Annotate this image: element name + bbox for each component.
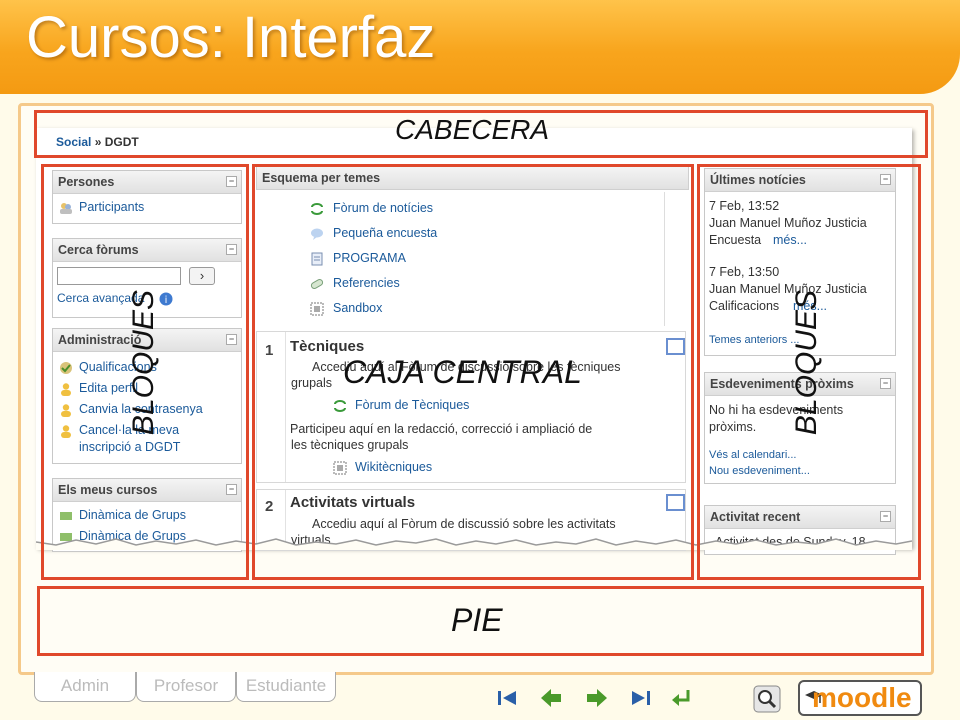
tab-estudiante[interactable]: Estudiante — [236, 672, 336, 702]
tab-admin[interactable]: Admin — [34, 672, 136, 702]
return-icon[interactable] — [668, 686, 694, 710]
right-annotation-label: BLOQUES — [790, 290, 823, 436]
central-annotation-label: CAJA CENTRAL — [343, 354, 582, 390]
slide-title: Cursos: Interfaz — [26, 5, 436, 70]
previous-slide-icon[interactable] — [538, 686, 564, 710]
next-slide-icon[interactable] — [584, 686, 610, 710]
moodle-logo: moodle — [798, 680, 922, 716]
tab-profesor[interactable]: Profesor — [136, 672, 236, 702]
search-icon[interactable] — [752, 684, 782, 714]
last-slide-icon[interactable] — [628, 686, 654, 710]
left-annotation-label: BLOQUES — [127, 290, 160, 436]
header-annotation-label: CABECERA — [395, 114, 550, 145]
first-slide-icon[interactable] — [494, 686, 520, 710]
moodle-logo-text: moodle — [812, 682, 912, 713]
footer-annotation-label: PIE — [451, 602, 503, 638]
